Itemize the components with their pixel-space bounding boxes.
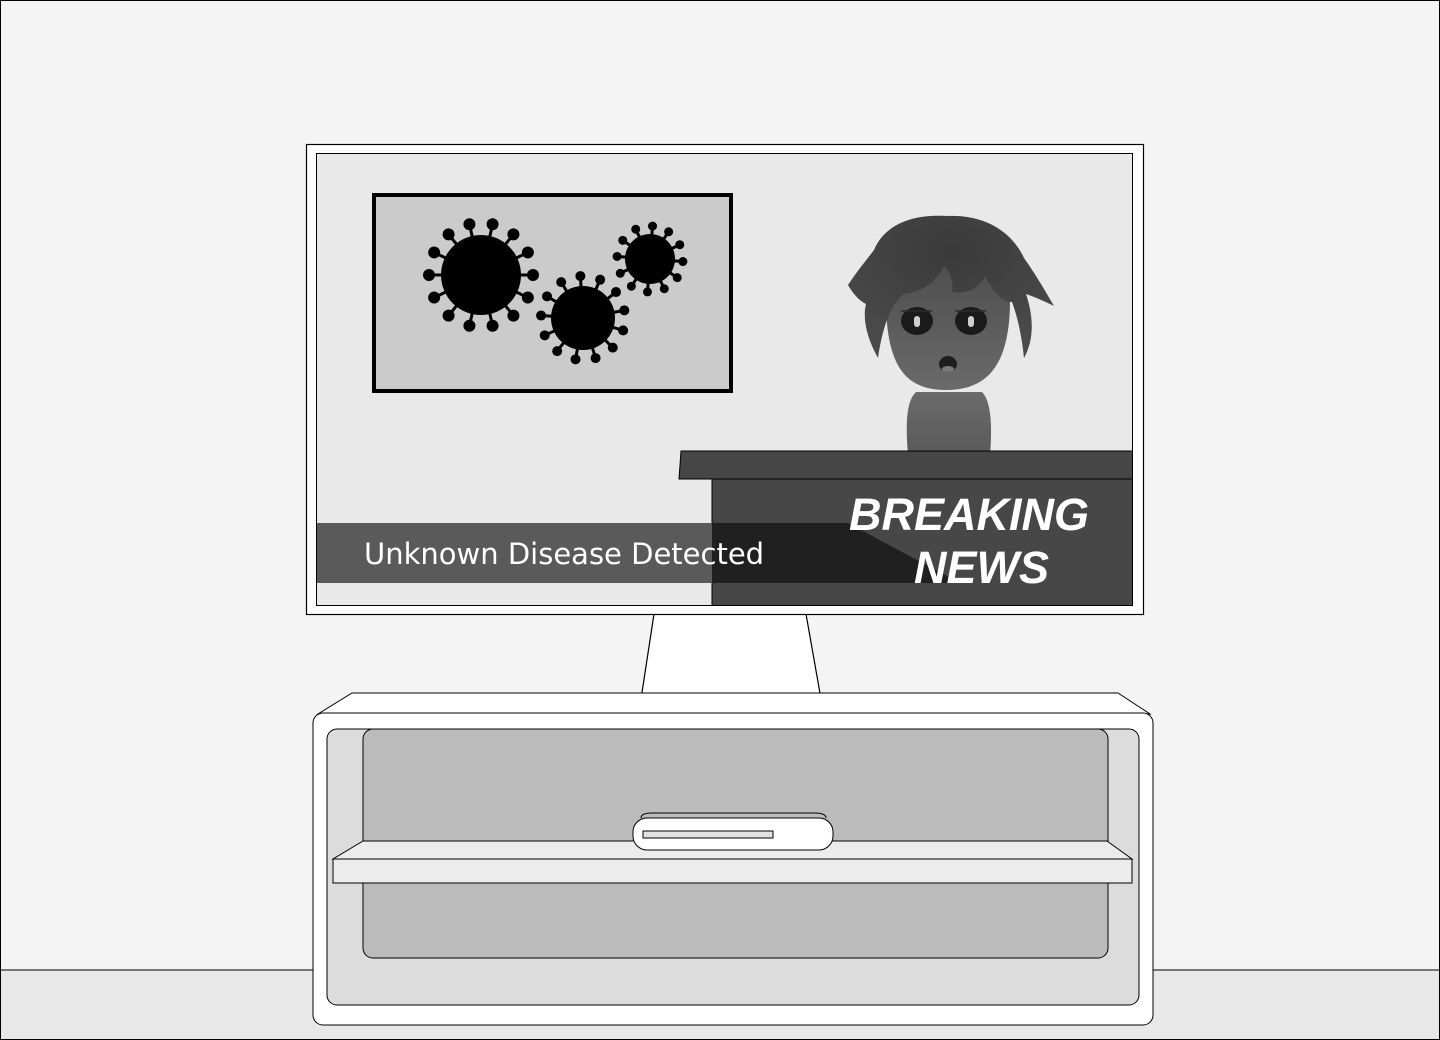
breaking-text: BREAKING <box>849 489 1089 540</box>
tv-stand-neck <box>640 613 822 700</box>
tv-screen: Unknown Disease Detected BREAKING NEWS <box>316 153 1133 606</box>
news-text: NEWS <box>914 542 1049 593</box>
news-scene: Unknown Disease Detected BREAKING NEWS <box>0 0 1440 1040</box>
media-player-device <box>632 812 834 851</box>
virus-picture <box>372 193 733 393</box>
tv-cabinet <box>312 692 1154 1026</box>
headline-text: Unknown Disease Detected <box>364 537 764 571</box>
